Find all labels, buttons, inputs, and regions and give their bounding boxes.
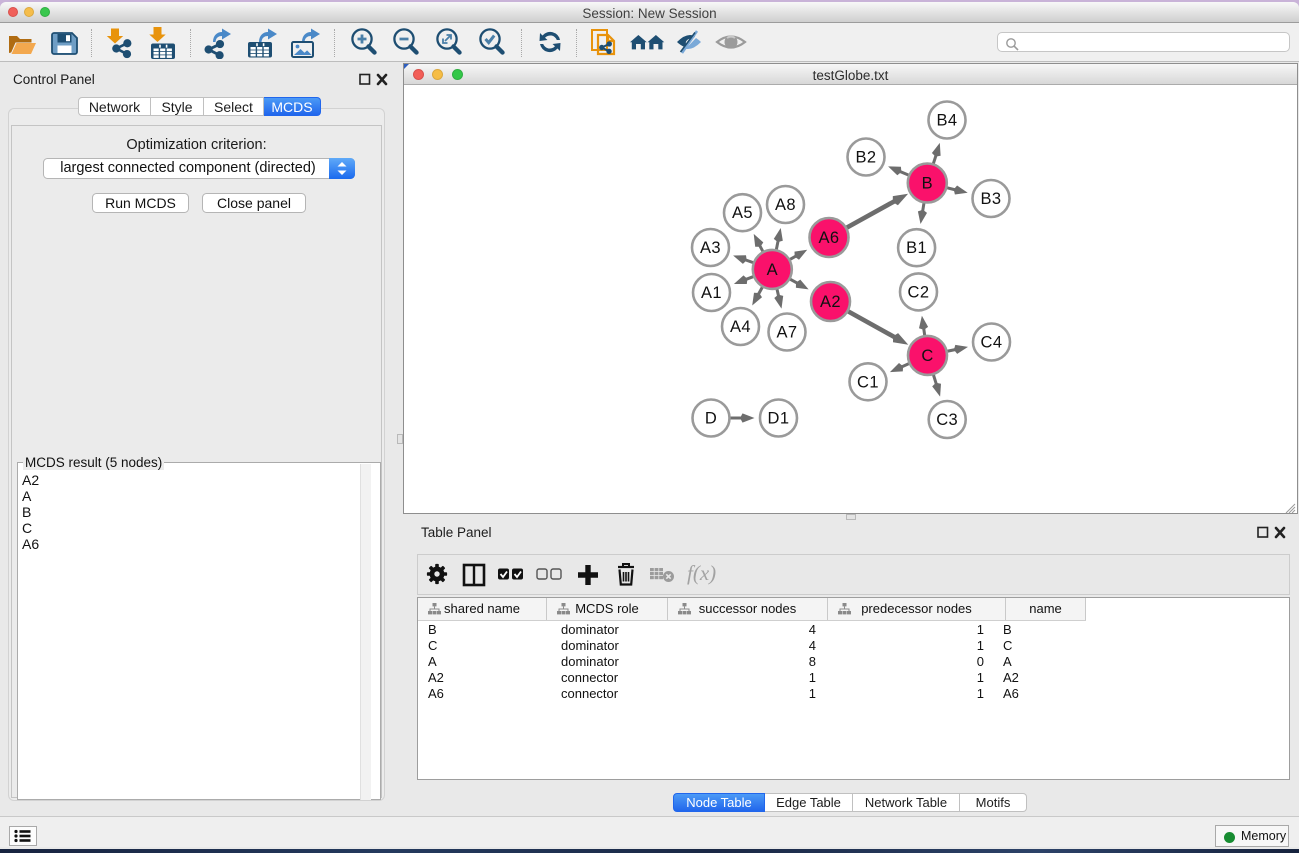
svg-text:B1: B1	[906, 239, 927, 257]
svg-text:D: D	[705, 410, 717, 428]
svg-text:A3: A3	[700, 239, 721, 257]
svg-text:A2: A2	[820, 293, 841, 311]
svg-text:C3: C3	[936, 411, 958, 429]
svg-text:D1: D1	[768, 410, 790, 428]
svg-text:A: A	[767, 261, 778, 279]
svg-text:B3: B3	[981, 190, 1002, 208]
svg-text:A8: A8	[775, 196, 796, 214]
svg-text:C1: C1	[857, 373, 879, 391]
svg-text:B2: B2	[856, 149, 877, 167]
svg-text:C2: C2	[908, 283, 930, 301]
svg-text:A5: A5	[732, 204, 753, 222]
svg-text:A6: A6	[819, 229, 840, 247]
svg-text:C4: C4	[981, 334, 1003, 352]
svg-text:B4: B4	[937, 112, 958, 130]
svg-text:A7: A7	[777, 324, 798, 342]
svg-text:B: B	[922, 175, 933, 193]
svg-text:A1: A1	[701, 284, 722, 302]
svg-text:A4: A4	[730, 318, 751, 336]
svg-text:C: C	[921, 347, 933, 365]
